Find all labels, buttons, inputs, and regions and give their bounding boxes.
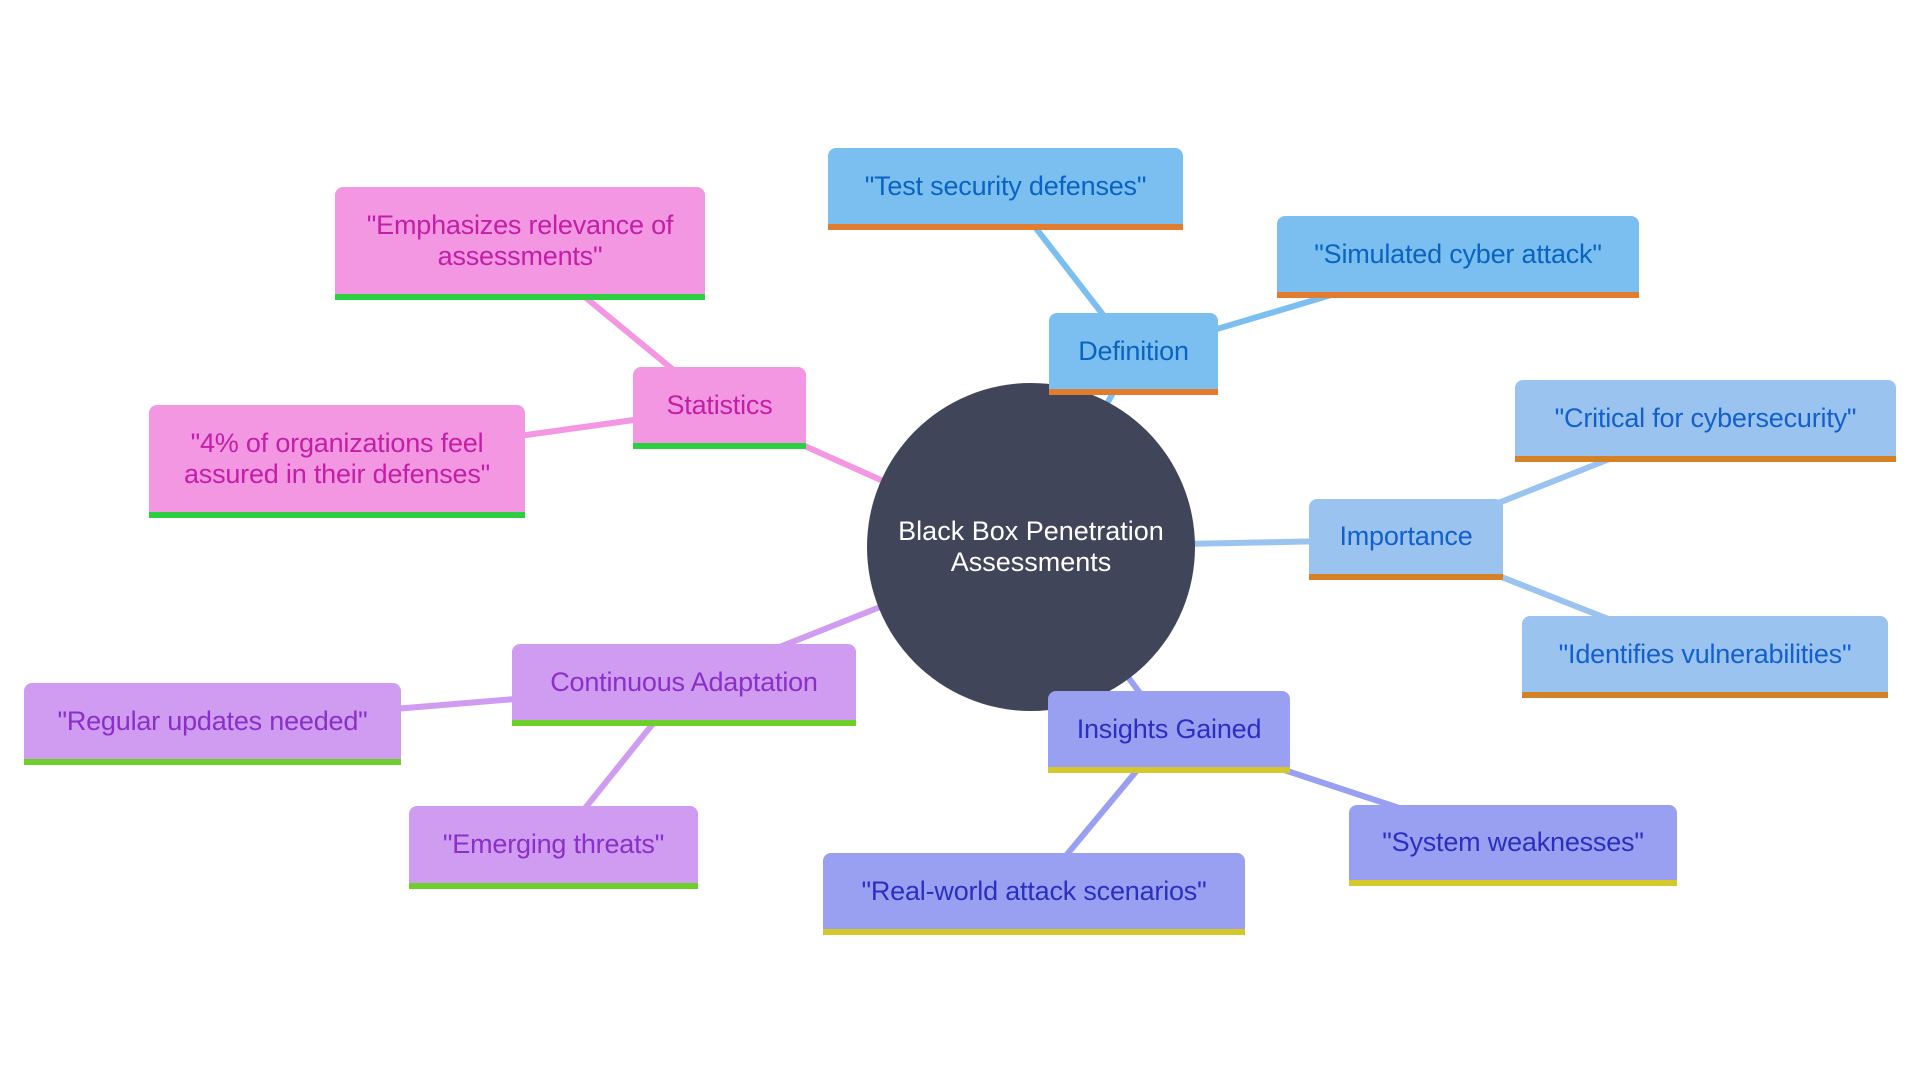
- node-underline: [409, 883, 698, 889]
- branch-node-definition[interactable]: Definition: [1049, 313, 1218, 395]
- node-underline: [149, 512, 525, 518]
- node-underline: [1277, 292, 1639, 298]
- leaf-label: "Regular updates needed": [57, 705, 368, 736]
- node-underline: [1049, 389, 1218, 395]
- leaf-label: "Simulated cyber attack": [1314, 238, 1602, 269]
- leaf-label: "Identifies vulnerabilities": [1558, 638, 1852, 669]
- node-underline: [1349, 880, 1677, 886]
- leaf-node-real-world-attack-scenarios[interactable]: "Real-world attack scenarios": [823, 853, 1245, 935]
- leaf-node-critical-for-cybersecurity[interactable]: "Critical for cybersecurity": [1515, 380, 1896, 462]
- branch-label: Insights Gained: [1076, 713, 1262, 744]
- node-underline: [1048, 767, 1290, 773]
- node-underline: [823, 929, 1245, 935]
- leaf-node-emerging-threats[interactable]: "Emerging threats": [409, 806, 698, 889]
- leaf-node-system-weaknesses[interactable]: "System weaknesses": [1349, 805, 1677, 886]
- branch-node-continuous-adaptation[interactable]: Continuous Adaptation: [512, 644, 856, 726]
- branch-node-statistics[interactable]: Statistics: [633, 367, 806, 449]
- leaf-node-simulated-cyber-attack[interactable]: "Simulated cyber attack": [1277, 216, 1639, 298]
- leaf-label: "Emphasizes relevance of assessments": [366, 209, 674, 271]
- leaf-node-test-security-defenses[interactable]: "Test security defenses": [828, 148, 1183, 230]
- leaf-label: "Real-world attack scenarios": [861, 875, 1207, 906]
- branch-label: Importance: [1339, 521, 1473, 551]
- leaf-label: "Test security defenses": [864, 170, 1147, 201]
- root-label: Black Box Penetration Assessments: [898, 516, 1164, 577]
- leaf-label: "System weaknesses": [1382, 827, 1644, 857]
- branch-node-importance[interactable]: Importance: [1309, 499, 1503, 580]
- leaf-node-identifies-vulnerabilities[interactable]: "Identifies vulnerabilities": [1522, 616, 1888, 698]
- branch-label: Statistics: [666, 389, 773, 420]
- branch-label: Definition: [1078, 335, 1189, 366]
- leaf-label: "Critical for cybersecurity": [1554, 402, 1857, 433]
- branch-node-insights-gained[interactable]: Insights Gained: [1048, 691, 1290, 773]
- leaf-label: "4% of organizations feel assured in the…: [183, 427, 491, 489]
- leaf-node-regular-updates-needed[interactable]: "Regular updates needed": [24, 683, 401, 765]
- node-underline: [828, 224, 1183, 230]
- root-node[interactable]: Black Box Penetration Assessments: [867, 383, 1195, 711]
- branch-label: Continuous Adaptation: [550, 666, 818, 697]
- leaf-node-emphasizes-relevance[interactable]: "Emphasizes relevance of assessments": [335, 187, 705, 300]
- node-underline: [1515, 456, 1896, 462]
- node-underline: [633, 443, 806, 449]
- node-underline: [1522, 692, 1888, 698]
- leaf-node-four-percent-organizations[interactable]: "4% of organizations feel assured in the…: [149, 405, 525, 518]
- leaf-label: "Emerging threats": [442, 829, 665, 859]
- node-underline: [512, 720, 856, 726]
- node-underline: [1309, 574, 1503, 580]
- node-underline: [335, 294, 705, 300]
- node-underline: [24, 759, 401, 765]
